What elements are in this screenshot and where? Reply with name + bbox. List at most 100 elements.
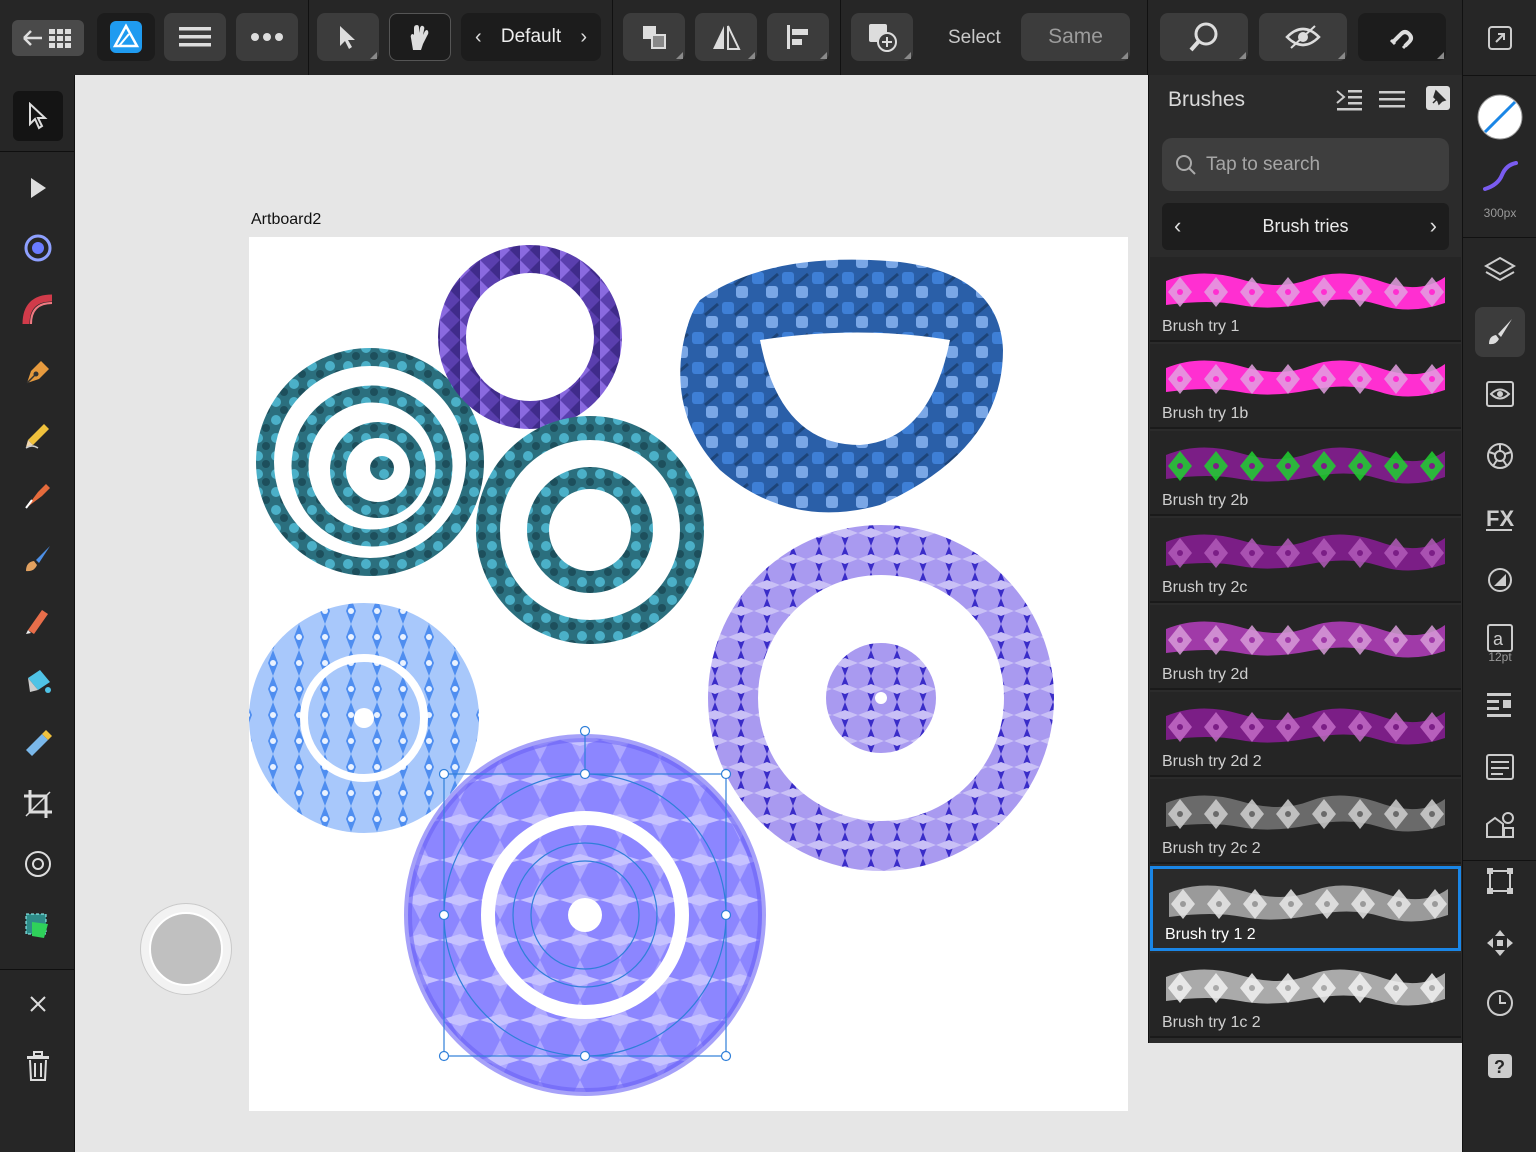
paragraph-icon bbox=[1487, 693, 1511, 717]
view-tool[interactable] bbox=[13, 839, 63, 889]
fx-icon: FX bbox=[1486, 506, 1514, 531]
brush-category-selector[interactable]: ‹ Brush tries › bbox=[1162, 203, 1449, 250]
point-transform-tool[interactable] bbox=[13, 223, 63, 273]
appearance-eye-icon bbox=[1486, 381, 1514, 407]
delete-button[interactable] bbox=[13, 1041, 63, 1091]
paint-brush-tool[interactable] bbox=[13, 533, 63, 583]
panel-menu-indent-icon[interactable] bbox=[1335, 87, 1363, 118]
brush-item-name: Brush try 2d bbox=[1162, 666, 1249, 683]
brush-item-name: Brush try 2c 2 bbox=[1162, 840, 1261, 857]
place-image-tool[interactable] bbox=[13, 901, 63, 951]
boolean-operations-button[interactable] bbox=[851, 13, 913, 61]
text-styles-icon bbox=[1486, 754, 1514, 780]
select-label: Select bbox=[948, 27, 1001, 48]
brushes-panel: Brushes Tap to search ‹ Brush tries › Br… bbox=[1148, 75, 1462, 1043]
target-transform-icon bbox=[24, 234, 52, 262]
appearance-studio-button[interactable] bbox=[1475, 369, 1525, 419]
move-tool[interactable] bbox=[13, 91, 63, 141]
stroke-width-button[interactable] bbox=[1475, 150, 1525, 200]
fill-tool[interactable] bbox=[13, 595, 63, 645]
move-arrow-icon bbox=[29, 102, 48, 130]
brush-item[interactable]: Brush try 1c 2 bbox=[1150, 953, 1461, 1038]
crop-tool[interactable] bbox=[13, 779, 63, 829]
brush-item[interactable]: Brush try 1 bbox=[1150, 257, 1461, 342]
arrange-button[interactable] bbox=[623, 13, 685, 61]
brush-stroke-preview bbox=[1166, 447, 1445, 484]
stroke-width-value: 300px bbox=[1483, 206, 1517, 220]
more-options-button[interactable] bbox=[236, 13, 298, 61]
flip-button[interactable] bbox=[695, 13, 757, 61]
text-styles-studio-button[interactable] bbox=[1475, 742, 1525, 792]
fill-swatch-button[interactable] bbox=[1475, 92, 1525, 142]
brush-item[interactable]: Brush try 2b bbox=[1150, 431, 1461, 516]
brush-stroke-icon bbox=[1483, 161, 1518, 191]
brush-item[interactable]: Brush try 2c 2 bbox=[1150, 779, 1461, 864]
snapping-button[interactable] bbox=[1358, 13, 1446, 61]
chevron-left-icon[interactable]: ‹ bbox=[475, 26, 482, 49]
command-controller-button[interactable] bbox=[140, 903, 232, 995]
assets-studio-button[interactable] bbox=[1475, 800, 1525, 850]
brush-item-name: Brush try 1b bbox=[1162, 405, 1249, 422]
effects-studio-button[interactable]: FX bbox=[1475, 493, 1525, 543]
back-to-documents-button[interactable] bbox=[12, 20, 84, 56]
toolbar-divider bbox=[612, 0, 613, 75]
pen-nib-icon bbox=[26, 361, 49, 384]
select-same-button[interactable]: Same bbox=[1021, 13, 1130, 61]
panel-title: Brushes bbox=[1168, 88, 1246, 111]
corner-tool[interactable] bbox=[13, 285, 63, 335]
export-button[interactable] bbox=[1475, 13, 1525, 63]
pen-tool[interactable] bbox=[13, 347, 63, 397]
corner-curve-icon bbox=[22, 294, 53, 325]
styles-studio-button[interactable] bbox=[1475, 555, 1525, 605]
category-next-icon[interactable]: › bbox=[1430, 213, 1437, 239]
navigator-studio-button[interactable] bbox=[1475, 918, 1525, 968]
brush-item-name: Brush try 1 bbox=[1162, 318, 1240, 335]
brush-item[interactable]: Brush try 2d bbox=[1150, 605, 1461, 690]
command-controller-knob bbox=[149, 912, 223, 986]
document-menu-button[interactable] bbox=[164, 13, 226, 61]
chevron-right-icon[interactable]: › bbox=[580, 26, 587, 49]
search-placeholder: Tap to search bbox=[1206, 153, 1321, 175]
move-tool-button[interactable] bbox=[317, 13, 379, 61]
brush-item-name: Brush try 2b bbox=[1162, 492, 1249, 509]
teal-spiral-shape bbox=[256, 348, 484, 576]
layers-studio-button[interactable] bbox=[1475, 245, 1525, 295]
color-studio-button[interactable] bbox=[1475, 431, 1525, 481]
artboard[interactable] bbox=[249, 237, 1128, 1111]
arrow-pointer-icon bbox=[340, 26, 355, 49]
paintbrush-icon bbox=[1489, 319, 1512, 345]
close-icon bbox=[30, 996, 46, 1012]
artboard-name[interactable]: Artboard2 bbox=[251, 211, 321, 229]
brush-item[interactable]: Brush try 1 2 bbox=[1150, 866, 1461, 951]
persona-selector[interactable]: ‹ Default › bbox=[461, 13, 601, 61]
help-button[interactable]: ? bbox=[1475, 1041, 1525, 1091]
brush-item[interactable]: Brush try 2d 2 bbox=[1150, 692, 1461, 777]
brush-search-field[interactable]: Tap to search bbox=[1162, 138, 1449, 191]
designer-persona-button[interactable] bbox=[97, 13, 155, 61]
pin-panel-icon[interactable] bbox=[1425, 85, 1451, 116]
pencil-tool[interactable] bbox=[13, 409, 63, 459]
same-label: Same bbox=[1048, 25, 1103, 48]
gradient-tool[interactable] bbox=[13, 655, 63, 705]
align-button[interactable] bbox=[767, 13, 829, 61]
brush-item[interactable]: Brush try 2c bbox=[1150, 518, 1461, 603]
transform-studio-button[interactable] bbox=[1475, 856, 1525, 906]
vector-brush-tool[interactable] bbox=[13, 471, 63, 521]
brushes-studio-button[interactable] bbox=[1475, 307, 1525, 357]
close-tool-button[interactable] bbox=[13, 979, 63, 1029]
transparency-tool[interactable] bbox=[13, 717, 63, 767]
brush-item[interactable]: Brush try 1b bbox=[1150, 344, 1461, 429]
toolbar-divider bbox=[308, 0, 309, 75]
fill-pen-icon bbox=[26, 610, 48, 634]
paragraph-studio-button[interactable] bbox=[1475, 680, 1525, 730]
zoom-button[interactable] bbox=[1160, 13, 1248, 61]
align-left-icon bbox=[787, 25, 808, 49]
brush-stroke-preview bbox=[1169, 885, 1448, 922]
circle-target-icon bbox=[25, 851, 51, 877]
touch-gesture-button[interactable] bbox=[389, 13, 451, 61]
node-arrow-icon bbox=[31, 178, 46, 198]
view-mode-button[interactable] bbox=[1259, 13, 1347, 61]
node-tool[interactable] bbox=[13, 163, 63, 213]
list-view-icon[interactable] bbox=[1379, 89, 1407, 116]
history-studio-button[interactable] bbox=[1475, 978, 1525, 1028]
